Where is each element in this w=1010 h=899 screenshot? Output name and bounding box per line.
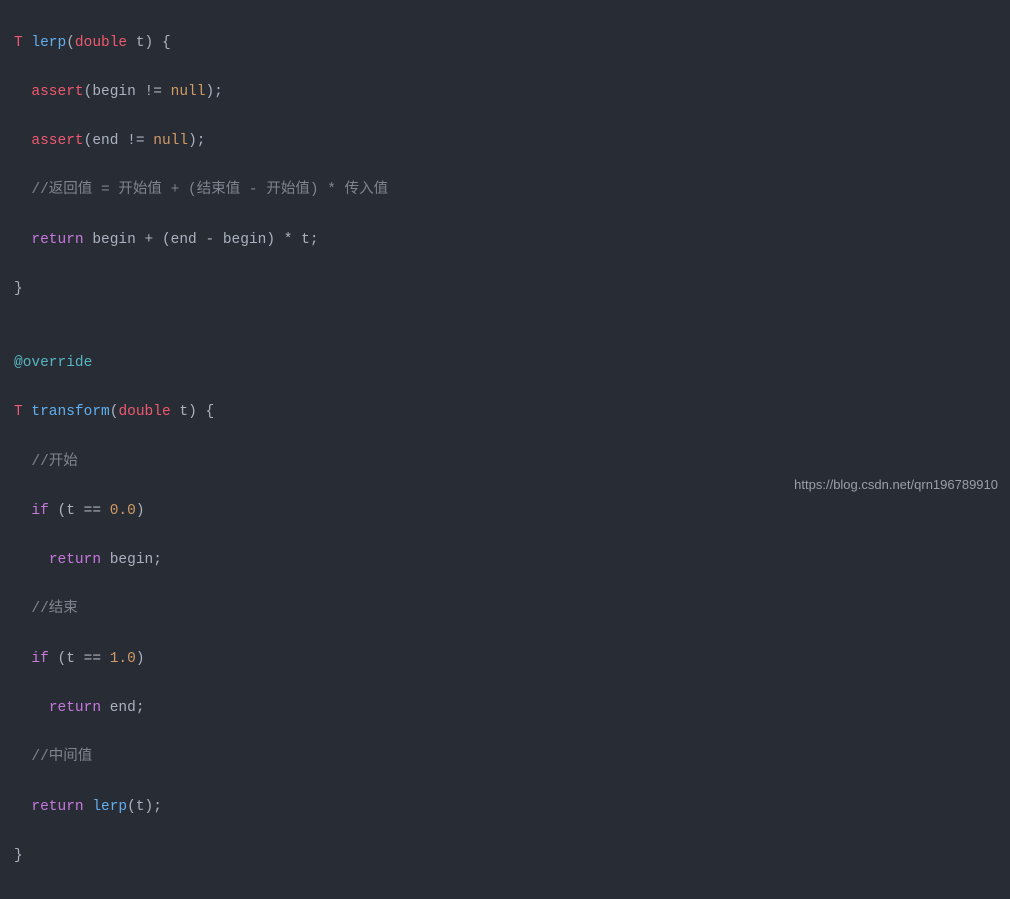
code-line: return lerp(t); [14,795,996,820]
brace: } [14,281,23,297]
null-literal: null [171,84,206,100]
identifier: t [66,651,75,667]
paren: ) [188,404,197,420]
paren: ) [205,84,214,100]
identifier: t [136,799,145,815]
param-type: double [75,35,127,51]
brace: { [205,404,214,420]
code-line: return begin + (end - begin) * t; [14,228,996,253]
code-line: //返回值 = 开始值 + (结束值 - 开始值) * 传入值 [14,178,996,203]
paren: ( [127,799,136,815]
code-line: T lerp(double t) { [14,31,996,56]
code-line: assert(begin != null); [14,80,996,105]
code-line: } [14,844,996,869]
comment: //返回值 = 开始值 + (结束值 - 开始值) * 传入值 [31,182,388,198]
identifier: end [92,133,118,149]
paren: ) [136,651,145,667]
return-keyword: return [49,700,101,716]
brace: { [162,35,171,51]
return-keyword: return [31,232,83,248]
code-line: if (t == 0.0) [14,499,996,524]
operator: != [127,133,144,149]
code-line: assert(end != null); [14,129,996,154]
operator: == [84,651,101,667]
identifier: t [66,503,75,519]
comment: //中间值 [31,749,92,765]
semicolon: ; [197,133,206,149]
identifier: begin [110,552,154,568]
type-token: T [14,35,23,51]
param-name: t [136,35,145,51]
return-keyword: return [31,799,83,815]
comment: //开始 [31,454,77,470]
watermark-text: https://blog.csdn.net/qrn196789910 [794,474,998,496]
identifier: end [110,700,136,716]
annotation: @override [14,355,92,371]
code-block: T lerp(double t) { assert(begin != null)… [0,0,1010,899]
brace: } [14,848,23,864]
identifier: begin [92,84,136,100]
code-line: if (t == 1.0) [14,647,996,672]
paren: ) [136,503,145,519]
code-line: //中间值 [14,745,996,770]
semicolon: ; [153,552,162,568]
operator: == [84,503,101,519]
code-line: //开始 [14,450,996,475]
paren: ) [145,799,154,815]
func-call: lerp [92,799,127,815]
if-keyword: if [31,503,48,519]
paren: ( [66,35,75,51]
code-line: } [14,277,996,302]
semicolon: ; [136,700,145,716]
func-name: lerp [31,35,66,51]
return-keyword: return [49,552,101,568]
paren: ) [145,35,154,51]
comment: //结束 [31,601,77,617]
paren: ( [58,503,67,519]
code-line: //结束 [14,597,996,622]
paren: ( [58,651,67,667]
paren: ) [188,133,197,149]
semicolon: ; [214,84,223,100]
assert-keyword: assert [31,133,83,149]
code-line: return begin; [14,548,996,573]
number-literal: 0.0 [110,503,136,519]
type-token: T [14,404,23,420]
number-literal: 1.0 [110,651,136,667]
expression: begin + (end - begin) * t; [92,232,318,248]
code-line: T transform(double t) { [14,400,996,425]
if-keyword: if [31,651,48,667]
assert-keyword: assert [31,84,83,100]
func-name: transform [31,404,109,420]
semicolon: ; [153,799,162,815]
param-name: t [179,404,188,420]
null-literal: null [153,133,188,149]
operator: != [145,84,162,100]
code-line: return end; [14,696,996,721]
code-line: @override [14,351,996,376]
param-type: double [118,404,170,420]
